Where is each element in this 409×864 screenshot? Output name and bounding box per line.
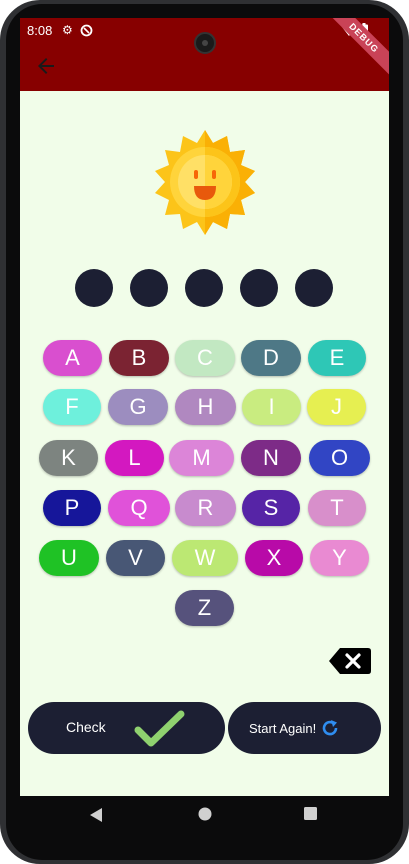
start-again-button[interactable]: Start Again!: [228, 702, 381, 754]
back-arrow-icon[interactable]: [34, 54, 58, 78]
nav-back-icon[interactable]: [89, 807, 103, 823]
letter-key-j[interactable]: J: [307, 389, 366, 425]
letter-key-k[interactable]: K: [39, 440, 98, 476]
system-nav-bar: [20, 796, 389, 838]
letter-key-u[interactable]: U: [39, 540, 99, 576]
letter-key-s[interactable]: S: [242, 490, 300, 526]
letter-key-a[interactable]: A: [43, 340, 102, 376]
answer-slot: [75, 269, 113, 307]
letter-key-r[interactable]: R: [175, 490, 236, 526]
letter-key-g[interactable]: G: [108, 389, 168, 425]
letter-key-h[interactable]: H: [175, 389, 236, 425]
location-icon: [80, 24, 93, 37]
front-camera: [194, 32, 216, 54]
letter-key-y[interactable]: Y: [310, 540, 369, 576]
letter-key-l[interactable]: L: [105, 440, 164, 476]
letter-key-i[interactable]: I: [242, 389, 301, 425]
letter-key-f[interactable]: F: [43, 389, 101, 425]
letter-key-t[interactable]: T: [308, 490, 366, 526]
letter-key-n[interactable]: N: [241, 440, 301, 476]
letter-key-p[interactable]: P: [43, 490, 101, 526]
answer-slot: [130, 269, 168, 307]
settings-icon: ⚙: [62, 23, 73, 37]
sun-face-icon: [155, 130, 255, 235]
letter-key-d[interactable]: D: [241, 340, 301, 376]
refresh-icon: [322, 720, 338, 736]
check-button[interactable]: Check: [28, 702, 225, 754]
letter-key-c[interactable]: C: [175, 340, 235, 376]
letter-key-w[interactable]: W: [172, 540, 238, 576]
letter-key-b[interactable]: B: [109, 340, 169, 376]
letter-key-e[interactable]: E: [308, 340, 366, 376]
answer-slot: [185, 269, 223, 307]
check-button-label: Check: [66, 719, 106, 735]
answer-slot: [240, 269, 278, 307]
debug-banner: DEBUG: [329, 18, 389, 78]
nav-recents-icon[interactable]: [304, 807, 317, 820]
start-again-button-label: Start Again!: [249, 721, 317, 736]
answer-slot: [295, 269, 333, 307]
app-screen: 8:08 ⚙ DEBUG A B C D E F G H I J K L M N…: [20, 18, 389, 838]
checkmark-icon: [134, 708, 186, 749]
letter-key-x[interactable]: X: [245, 540, 303, 576]
letter-key-m[interactable]: M: [169, 440, 234, 476]
status-time: 8:08: [27, 23, 53, 38]
letter-key-o[interactable]: O: [309, 440, 370, 476]
nav-home-icon[interactable]: [198, 807, 212, 821]
backspace-icon[interactable]: [328, 647, 372, 675]
answer-slots: [75, 269, 335, 309]
letter-key-q[interactable]: Q: [108, 490, 170, 526]
letter-key-v[interactable]: V: [106, 540, 165, 576]
letter-key-z[interactable]: Z: [175, 590, 234, 626]
